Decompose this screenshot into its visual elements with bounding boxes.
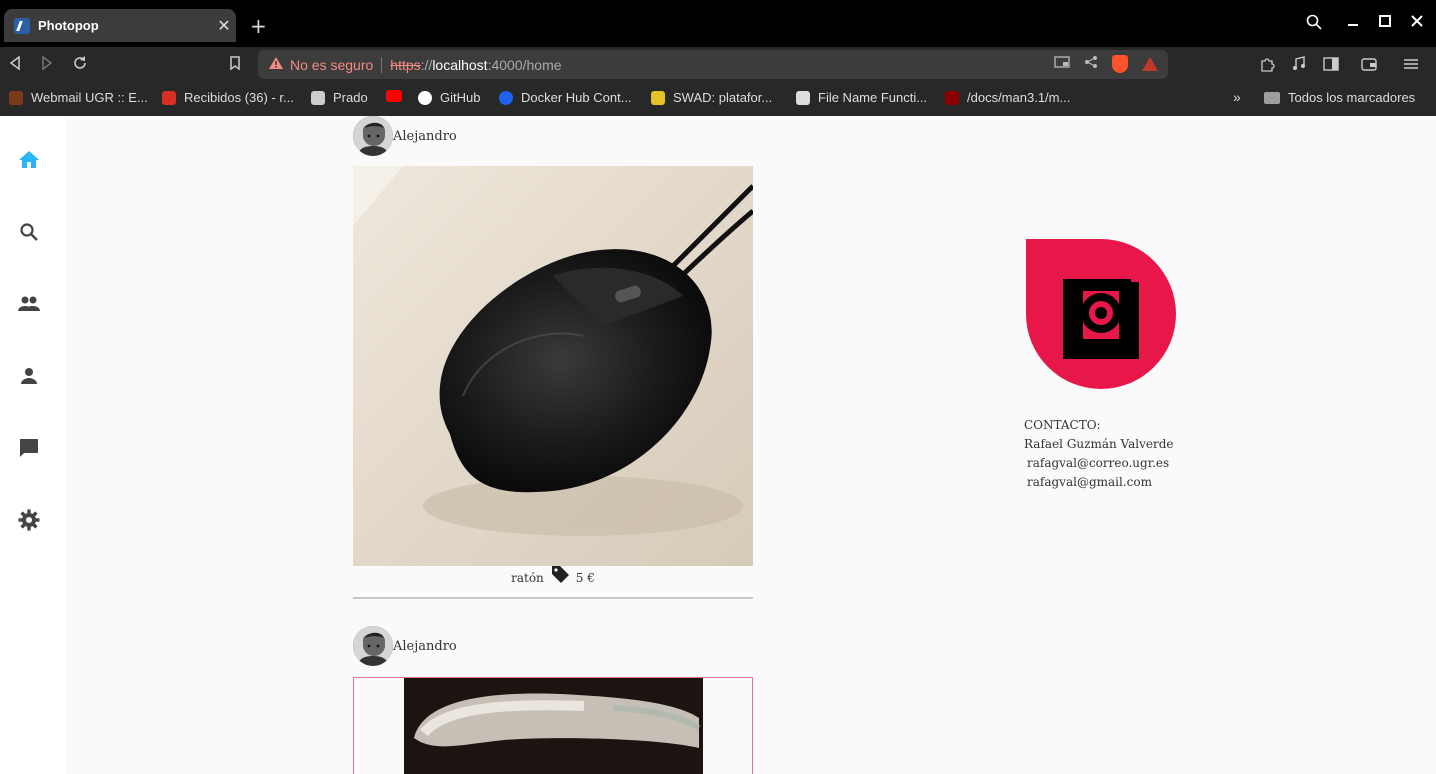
close-window-icon[interactable] xyxy=(1410,14,1424,32)
contact-info: CONTACTO: Rafael Guzmán Valverde rafagva… xyxy=(1024,416,1173,492)
filename-favicon-icon xyxy=(796,90,810,105)
bookmark-gmail[interactable]: Recibidos (36) - r... xyxy=(162,90,294,105)
bookmark-docs-man[interactable]: /docs/man3.1/m... xyxy=(945,90,1070,105)
address-bar-actions xyxy=(1054,55,1158,73)
app-page: Alejandro ratón 5 € Alejandro CONTACTO: … xyxy=(0,116,1436,774)
price-tag-icon xyxy=(550,564,570,592)
navigation-rail xyxy=(0,116,65,774)
bookmark-swad[interactable]: SWAD: platafor... xyxy=(651,90,772,105)
item-price: 5 € xyxy=(575,571,595,585)
brave-shields-icon[interactable] xyxy=(1112,55,1128,73)
bookmark-prado[interactable]: Prado xyxy=(311,90,368,105)
gmail-favicon-icon xyxy=(162,90,176,105)
browser-tab-bar: Photopop ✕ + xyxy=(0,0,1436,47)
search-icon[interactable] xyxy=(17,220,41,244)
post-author[interactable]: Alejandro xyxy=(353,116,753,156)
bookmark-label: Prado xyxy=(333,90,368,105)
bookmark-github[interactable]: GitHub xyxy=(418,90,480,105)
menu-icon[interactable] xyxy=(1403,56,1419,76)
author-name: Alejandro xyxy=(393,128,457,144)
bookmark-label: /docs/man3.1/m... xyxy=(967,90,1071,105)
home-icon[interactable] xyxy=(17,148,41,172)
photopop-logo xyxy=(1026,239,1176,389)
close-tab-icon[interactable]: ✕ xyxy=(212,16,236,35)
all-bookmarks-label: Todos los marcadores xyxy=(1288,90,1416,105)
contact-email: rafagval@gmail.com xyxy=(1027,475,1152,489)
bookmark-label: SWAD: platafor... xyxy=(673,90,773,105)
bookmark-icon[interactable] xyxy=(228,55,242,75)
bookmark-youtube[interactable] xyxy=(386,90,410,102)
warning-icon[interactable] xyxy=(268,56,284,73)
more-bookmarks-icon[interactable]: » xyxy=(1233,89,1241,105)
post-divider xyxy=(353,597,753,599)
all-bookmarks-button[interactable]: Todos los marcadores xyxy=(1264,90,1415,105)
github-favicon-icon xyxy=(418,90,432,105)
address-bar[interactable]: No es seguro https://localhost:4000/home xyxy=(258,50,1168,79)
bookmark-label: File Name Functi... xyxy=(818,90,928,105)
bookmark-label: Docker Hub Cont... xyxy=(521,90,632,105)
bookmark-filename[interactable]: File Name Functi... xyxy=(796,90,927,105)
chat-icon[interactable] xyxy=(17,436,41,460)
back-icon[interactable] xyxy=(8,55,22,75)
post-card: Alejandro ratón 5 € xyxy=(353,116,753,599)
browser-tab[interactable]: Photopop ✕ xyxy=(4,9,236,42)
avatar[interactable] xyxy=(353,116,393,156)
bookmark-webmail[interactable]: Webmail UGR :: E... xyxy=(9,90,148,105)
wallet-icon[interactable] xyxy=(1361,56,1377,76)
post-author[interactable]: Alejandro xyxy=(353,626,753,666)
post-caption: ratón 5 € xyxy=(353,566,753,590)
avatar[interactable] xyxy=(353,626,393,666)
prado-favicon-icon xyxy=(311,90,325,105)
contact-heading: CONTACTO: xyxy=(1024,418,1101,432)
bookmark-label: GitHub xyxy=(440,90,481,105)
cast-icon[interactable] xyxy=(1054,55,1070,73)
media-icon[interactable] xyxy=(1291,56,1307,76)
url-scheme: https xyxy=(390,56,421,73)
forward-icon[interactable] xyxy=(40,55,54,75)
share-icon[interactable] xyxy=(1084,55,1098,73)
url-scheme-separator: :// xyxy=(420,56,433,73)
settings-icon[interactable] xyxy=(17,508,41,532)
docs-favicon-icon xyxy=(945,90,959,105)
item-name: ratón xyxy=(511,571,544,585)
folder-icon xyxy=(1264,91,1280,104)
swad-favicon-icon xyxy=(651,90,665,105)
contact-email: rafagval@correo.ugr.es xyxy=(1027,456,1170,470)
tab-title: Photopop xyxy=(38,18,99,33)
bookmark-label: Recibidos (36) - r... xyxy=(184,90,294,105)
post-photo[interactable] xyxy=(353,166,753,566)
maximize-icon[interactable] xyxy=(1378,14,1392,32)
search-tabs-icon[interactable] xyxy=(1306,14,1322,34)
reload-icon[interactable] xyxy=(72,55,88,75)
post-photo-frame[interactable] xyxy=(353,677,753,774)
bookmark-dockerhub[interactable]: Docker Hub Cont... xyxy=(499,90,632,105)
sidebar-icon[interactable] xyxy=(1323,56,1339,76)
not-secure-label[interactable]: No es seguro xyxy=(290,57,373,73)
minimize-icon[interactable] xyxy=(1346,14,1360,32)
url-path: :4000/home xyxy=(487,56,562,73)
person-icon[interactable] xyxy=(17,364,41,388)
bookmarks-bar: Webmail UGR :: E... Recibidos (36) - r..… xyxy=(0,82,1436,116)
browser-toolbar: No es seguro https://localhost:4000/home xyxy=(0,47,1436,82)
contact-name: Rafael Guzmán Valverde xyxy=(1024,437,1174,451)
brave-rewards-icon[interactable] xyxy=(1142,57,1158,71)
extensions-icon[interactable] xyxy=(1259,56,1275,76)
url-divider xyxy=(381,56,383,73)
author-name: Alejandro xyxy=(393,638,457,654)
youtube-favicon-icon xyxy=(386,90,402,102)
flutter-favicon-icon xyxy=(14,17,30,34)
url-host: localhost xyxy=(432,56,488,73)
docker-favicon-icon xyxy=(499,90,513,105)
post-photo xyxy=(354,678,752,774)
bookmark-label: Webmail UGR :: E... xyxy=(31,90,148,105)
webmail-favicon-icon xyxy=(9,90,23,105)
people-icon[interactable] xyxy=(17,292,41,316)
new-tab-button[interactable]: + xyxy=(250,14,267,38)
post-card: Alejandro xyxy=(353,626,753,774)
